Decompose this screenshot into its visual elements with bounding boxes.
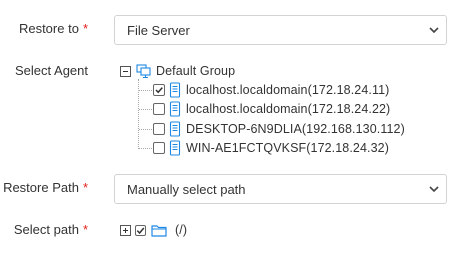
restore-to-value: File Server [127, 23, 190, 38]
computer-group-icon [136, 64, 151, 79]
select-agent-label: Select Agent [15, 63, 88, 78]
agent-label: localhost.localdomain(172.18.24.22) [186, 102, 391, 116]
chevron-down-icon [429, 186, 439, 193]
select-path-label: Select path * [14, 222, 88, 237]
checkmark-icon [135, 225, 146, 236]
restore-to-label-text: Restore to [18, 21, 79, 36]
tree-connector [139, 129, 152, 130]
restore-path-label-text: Restore Path [3, 180, 79, 195]
default-group-label: Default Group [156, 64, 236, 78]
checkmark-icon [155, 87, 163, 94]
agent-label: localhost.localdomain(172.18.24.11) [186, 83, 390, 97]
agent-checkbox[interactable] [153, 84, 165, 96]
tree-node-root-path[interactable]: (/) [120, 223, 210, 239]
tree-node-agent[interactable]: WIN-AE1FCTQVKSF(172.18.24.32) [153, 140, 393, 156]
server-icon [169, 101, 181, 117]
required-mark: * [82, 222, 88, 237]
restore-to-label: Restore to * [19, 21, 88, 36]
tree-node-default-group[interactable]: Default Group [120, 63, 240, 79]
tree-connector [139, 148, 152, 149]
chevron-down-icon [429, 27, 439, 34]
agent-label: WIN-AE1FCTQVKSF(172.18.24.32) [186, 141, 389, 155]
required-mark: * [82, 180, 88, 195]
folder-icon [151, 225, 167, 237]
expand-toggle-icon[interactable] [120, 225, 131, 236]
agent-checkbox[interactable] [153, 123, 165, 135]
select-path-label-text: Select path [13, 222, 79, 237]
tree-node-agent[interactable]: localhost.localdomain(172.18.24.11) [153, 82, 393, 98]
root-path-label: (/) [175, 223, 188, 237]
restore-path-value: Manually select path [127, 182, 246, 197]
server-icon [169, 82, 181, 98]
restore-path-select[interactable]: Manually select path [114, 174, 447, 204]
tree-node-agent[interactable]: DESKTOP-6N9DLIA(192.168.130.112) [153, 121, 405, 137]
agent-checkbox[interactable] [153, 103, 165, 115]
agent-checkbox[interactable] [153, 142, 165, 154]
restore-path-label: Restore Path * [3, 180, 88, 195]
restore-to-select[interactable]: File Server [114, 15, 447, 45]
agent-label: DESKTOP-6N9DLIA(192.168.130.112) [186, 122, 405, 136]
required-mark: * [82, 21, 88, 36]
server-icon [169, 121, 181, 137]
tree-connector [139, 109, 152, 110]
collapse-toggle-icon[interactable] [120, 66, 131, 77]
select-agent-label-text: Select Agent [15, 63, 88, 78]
tree-connector [139, 90, 152, 91]
tree-node-agent[interactable]: localhost.localdomain(172.18.24.22) [153, 101, 393, 117]
server-icon [169, 140, 181, 156]
path-checkbox[interactable] [135, 225, 146, 236]
